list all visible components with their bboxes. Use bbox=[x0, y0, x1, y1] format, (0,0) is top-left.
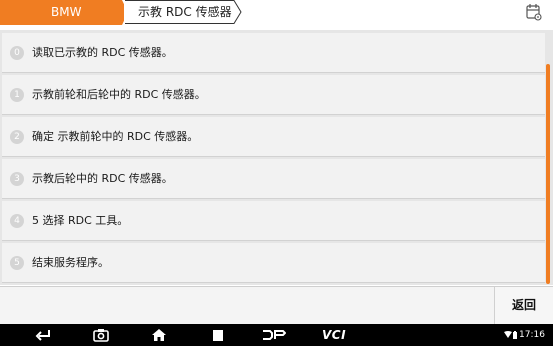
breadcrumb-current: 示教 RDC 传感器 bbox=[124, 0, 242, 24]
step-label: 结束服务程序。 bbox=[32, 256, 109, 269]
calendar-settings-icon[interactable] bbox=[526, 3, 542, 21]
list-item[interactable]: 0 读取已示教的 RDC 传感器。 bbox=[2, 33, 545, 73]
list-item[interactable]: 4 5 选择 RDC 工具。 bbox=[2, 201, 545, 241]
footer-bar: 返回 bbox=[0, 286, 553, 324]
vci-logo-icon[interactable]: VCI bbox=[322, 324, 346, 342]
step-number: 3 bbox=[10, 172, 24, 186]
step-label: 示教前轮和后轮中的 RDC 传感器。 bbox=[32, 88, 206, 101]
list-item[interactable]: 1 示教前轮和后轮中的 RDC 传感器。 bbox=[2, 75, 545, 115]
step-label: 读取已示教的 RDC 传感器。 bbox=[32, 46, 173, 59]
camera-icon[interactable] bbox=[93, 327, 109, 343]
step-list: 0 读取已示教的 RDC 传感器。 1 示教前轮和后轮中的 RDC 传感器。 2… bbox=[0, 30, 553, 285]
battery-icon bbox=[513, 331, 517, 339]
step-number: 2 bbox=[10, 130, 24, 144]
wifi-icon bbox=[504, 331, 512, 338]
scrollbar-thumb[interactable] bbox=[546, 64, 550, 284]
list-item[interactable]: 5 结束服务程序。 bbox=[2, 243, 545, 283]
step-number: 0 bbox=[10, 46, 24, 60]
step-label: 确定 示教前轮中的 RDC 传感器。 bbox=[32, 130, 199, 143]
breadcrumb-parent-label: BMW bbox=[51, 5, 82, 19]
back-arrow-icon[interactable] bbox=[34, 327, 52, 343]
list-item[interactable]: 2 确定 示教前轮中的 RDC 传感器。 bbox=[2, 117, 545, 157]
system-nav-bar: VCI 17:16 bbox=[0, 324, 553, 346]
step-number: 5 bbox=[10, 256, 24, 270]
step-label: 5 选择 RDC 工具。 bbox=[32, 214, 129, 227]
back-button[interactable]: 返回 bbox=[494, 287, 553, 324]
breadcrumb-current-label: 示教 RDC 传感器 bbox=[138, 5, 232, 19]
step-number: 1 bbox=[10, 88, 24, 102]
recent-apps-icon[interactable] bbox=[211, 327, 225, 343]
breadcrumb-parent[interactable]: BMW bbox=[0, 0, 128, 25]
step-number: 4 bbox=[10, 214, 24, 228]
clock: 17:16 bbox=[519, 330, 545, 340]
list-item[interactable]: 3 示教后轮中的 RDC 传感器。 bbox=[2, 159, 545, 199]
home-icon[interactable] bbox=[151, 327, 167, 343]
dp-logo-icon[interactable] bbox=[262, 327, 286, 343]
step-label: 示教后轮中的 RDC 传感器。 bbox=[32, 172, 173, 185]
header-bar: BMW 示教 RDC 传感器 bbox=[0, 0, 553, 25]
